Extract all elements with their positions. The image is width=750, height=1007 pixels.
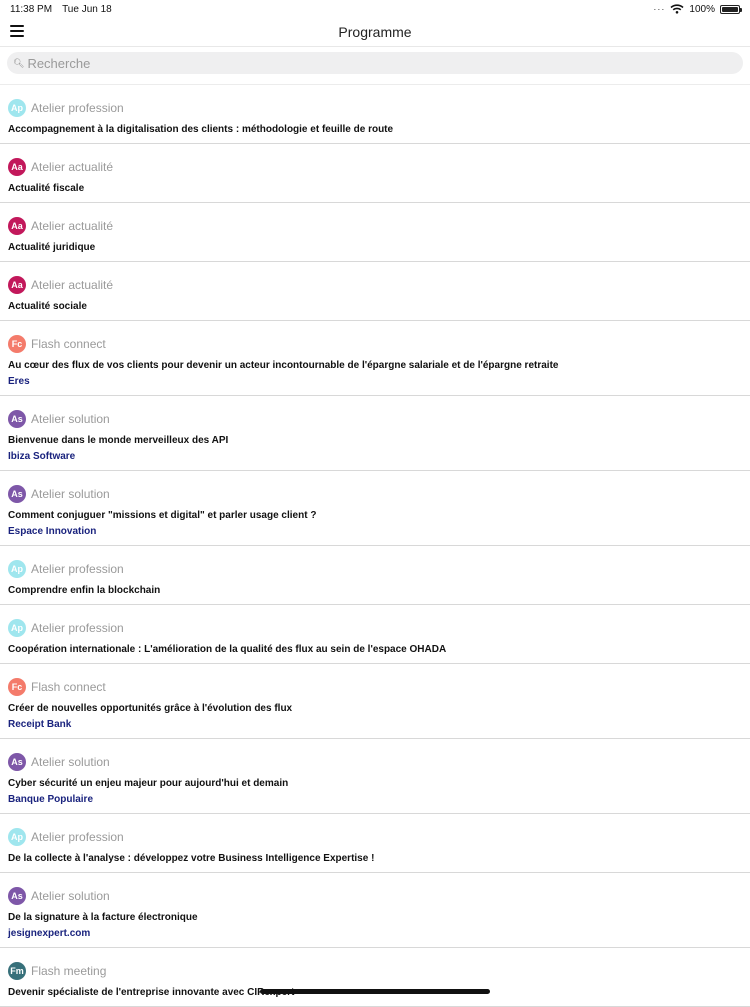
session-title: De la collecte à l'analyse : développez … (8, 853, 375, 864)
list-item[interactable]: As Atelier solution De la signature à la f… (0, 873, 750, 948)
session-type-badge-icon: Fc (8, 678, 26, 696)
session-type-badge-icon: Ap (8, 828, 26, 846)
session-title: Actualité sociale (8, 301, 87, 312)
session-title: Bienvenue dans le monde merveilleux des … (8, 435, 229, 446)
session-type-label: Atelier profession (31, 101, 124, 115)
session-type: As Atelier solution (8, 739, 742, 773)
session-type: As Atelier solution (8, 471, 742, 505)
session-type-badge-icon: Ap (8, 619, 26, 637)
battery-percent: 100% (689, 3, 715, 15)
session-type-badge-icon: As (8, 753, 26, 771)
status-time: 11:38 PM (10, 3, 53, 15)
list-item[interactable]: Ap Atelier profession De la collecte à l'a… (0, 814, 750, 873)
session-title: Accompagnement à la digitalisation des c… (8, 124, 394, 135)
list-item[interactable]: Ap Atelier profession Comprendre enfin la … (0, 546, 750, 605)
session-type-badge-icon: Fc (8, 335, 26, 353)
session-type: Ap Atelier profession (8, 85, 742, 119)
list-item[interactable]: Aa Atelier actualité Actualité sociale (0, 262, 750, 321)
session-title: Actualité juridique (8, 242, 96, 253)
list-item[interactable]: Aa Atelier actualité Actualité juridique (0, 203, 750, 262)
status-date: Tue Jun 18 (62, 3, 112, 15)
session-title: Actualité fiscale (8, 183, 85, 194)
session-title: Comprendre enfin la blockchain (8, 585, 161, 596)
page-title: Programme (338, 24, 412, 40)
wifi-icon (670, 4, 684, 14)
session-type-label: Atelier solution (31, 487, 110, 501)
session-sponsor: jesignexpert.com (8, 928, 91, 939)
session-title: De la signature à la facture électroniqu… (8, 912, 198, 923)
list-item[interactable]: Fc Flash connect Créer de nouvelles opport… (0, 664, 750, 739)
session-type-label: Atelier actualité (31, 278, 114, 292)
session-type: Aa Atelier actualité (8, 262, 742, 296)
session-type-label: Flash connect (31, 337, 106, 351)
session-title: Comment conjuguer "missions et digital" … (8, 510, 317, 521)
search-input[interactable]: 🔍︎ Recherche (7, 52, 743, 74)
list-item[interactable]: Ap Atelier profession Accompagnement à la … (0, 85, 750, 144)
session-type-badge-icon: Aa (8, 158, 26, 176)
session-title: Coopération internationale : L'améliorat… (8, 644, 447, 655)
session-title: Au cœur des flux de vos clients pour dev… (8, 360, 559, 371)
session-type-badge-icon: Aa (8, 276, 26, 294)
session-type-label: Atelier actualité (31, 160, 114, 174)
session-type: Ap Atelier profession (8, 605, 742, 639)
session-type-label: Atelier actualité (31, 219, 114, 233)
session-type-badge-icon: Aa (8, 217, 26, 235)
search-placeholder: Recherche (27, 55, 91, 71)
session-sponsor: Eres (8, 376, 30, 387)
session-type: Ap Atelier profession (8, 814, 742, 848)
session-type-badge-icon: As (8, 485, 26, 503)
session-type: As Atelier solution (8, 873, 742, 907)
home-indicator (260, 989, 490, 994)
session-type-badge-icon: Ap (8, 99, 26, 117)
list-item[interactable]: Aa Atelier actualité Actualité fiscale (0, 144, 750, 203)
multitasking-dots-icon: ··· (653, 4, 666, 14)
nav-bar: Programme (0, 18, 750, 47)
session-sponsor: Ibiza Software (8, 451, 76, 462)
session-type-label: Atelier solution (31, 412, 110, 426)
session-type: Aa Atelier actualité (8, 203, 742, 237)
session-sponsor: Banque Populaire (8, 794, 94, 805)
session-title: Créer de nouvelles opportunités grâce à … (8, 703, 293, 714)
hamburger-menu-icon[interactable] (10, 24, 24, 38)
session-type-label: Atelier profession (31, 621, 124, 635)
session-list: Ap Atelier profession Accompagnement à la … (0, 84, 750, 1007)
session-type-badge-icon: As (8, 887, 26, 905)
list-item[interactable]: Fm Flash meeting Devenir spécialiste de l'… (0, 948, 750, 1007)
battery-level (722, 6, 738, 12)
list-item[interactable]: Fc Flash connect Au cœur des flux de vos c… (0, 321, 750, 396)
session-type-label: Atelier profession (31, 562, 124, 576)
session-sponsor: Espace Innovation (8, 526, 97, 537)
session-type-label: Flash meeting (31, 964, 107, 978)
list-item[interactable]: As Atelier solution Bienvenue dans le mond… (0, 396, 750, 471)
session-type-badge-icon: Fm (8, 962, 26, 980)
session-type-label: Flash connect (31, 680, 106, 694)
session-type: Fc Flash connect (8, 321, 742, 355)
session-type-label: Atelier solution (31, 755, 110, 769)
status-bar: 11:38 PM Tue Jun 18 ··· 100% (0, 0, 750, 18)
session-sponsor: Receipt Bank (8, 719, 72, 730)
search-icon: 🔍︎ (13, 57, 25, 68)
session-type-badge-icon: As (8, 410, 26, 428)
session-title: Cyber sécurité un enjeu majeur pour aujo… (8, 778, 289, 789)
session-type: Fc Flash connect (8, 664, 742, 698)
battery-icon (720, 4, 742, 14)
list-item[interactable]: As Atelier solution Cyber sécurité un enje… (0, 739, 750, 814)
session-type-label: Atelier solution (31, 889, 110, 903)
session-type: As Atelier solution (8, 396, 742, 430)
list-item[interactable]: Ap Atelier profession Coopération internat… (0, 605, 750, 664)
session-type: Fm Flash meeting (8, 948, 742, 982)
session-type: Ap Atelier profession (8, 546, 742, 580)
session-type: Aa Atelier actualité (8, 144, 742, 178)
session-type-label: Atelier profession (31, 830, 124, 844)
search-bar: 🔍︎ Recherche (0, 47, 750, 78)
list-item[interactable]: As Atelier solution Comment conjuguer "mis… (0, 471, 750, 546)
session-type-badge-icon: Ap (8, 560, 26, 578)
